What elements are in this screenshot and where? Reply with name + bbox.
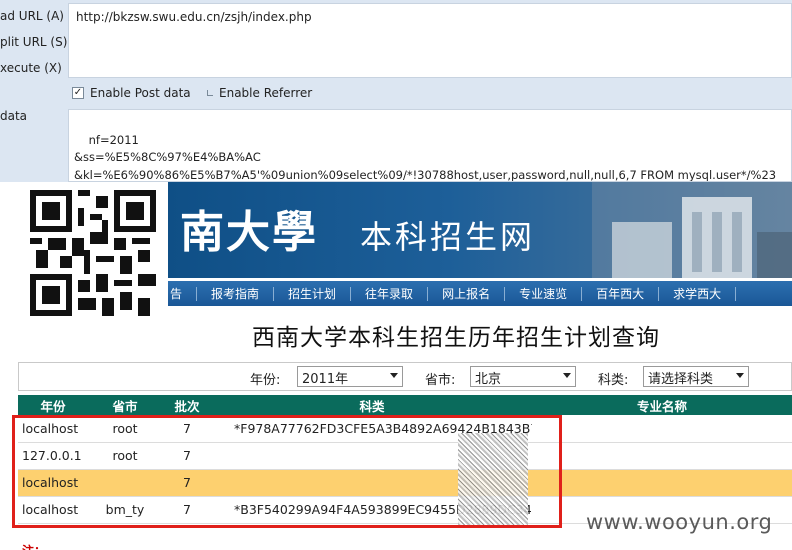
year-select-value: 2011年 [302, 372, 349, 387]
header-year: 年份 [18, 395, 88, 415]
table-header-row: 年份 省市 批次 科类 专业名称 [18, 395, 792, 415]
nav-item-online-registration[interactable]: 网上报名 [428, 286, 506, 301]
annotation-highlight-box [12, 415, 562, 528]
nav-item-history[interactable]: 百年西大 [582, 286, 660, 301]
hackbar-panel: ad URL (A) plit URL (S) xecute (X) data … [0, 0, 792, 182]
post-data-label: data [0, 109, 28, 123]
execute-button[interactable]: xecute (X) [0, 61, 62, 75]
category-select[interactable]: 请选择科类 [643, 366, 749, 387]
checkmark-icon: ✓ [72, 87, 84, 99]
nav-item-notice[interactable]: 告 [168, 286, 198, 301]
qr-code-icon [30, 190, 156, 316]
enable-referrer-checkbox[interactable]: Enable Referrer [207, 86, 312, 100]
nav-item-admission-history[interactable]: 往年录取 [351, 286, 429, 301]
dropdown-arrow-icon [390, 373, 398, 378]
year-label: 年份: [250, 373, 281, 388]
url-input-value: http://bkzsw.swu.edu.cn/zsjh/index.php [76, 10, 312, 24]
university-logo-text: 南大學 [180, 207, 318, 258]
nav-item-study[interactable]: 求学西大 [659, 286, 737, 301]
dropdown-arrow-icon [736, 373, 744, 378]
university-site: 南大學 本科招生网 告 报考指南 招生计划 往年录取 网上报名 专业速览 百年西… [0, 182, 792, 550]
nav-item-majors[interactable]: 专业速览 [505, 286, 583, 301]
footer-note: 注： [22, 542, 46, 550]
url-input[interactable]: http://bkzsw.swu.edu.cn/zsjh/index.php [68, 3, 792, 78]
category-label: 科类: [598, 373, 629, 388]
header-major: 专业名称 [532, 395, 792, 415]
campus-building-image [592, 182, 792, 278]
enable-referrer-label: Enable Referrer [219, 86, 313, 100]
enable-post-data-label: Enable Post data [90, 86, 191, 100]
page-title: 西南大学本科生招生历年招生计划查询 [252, 325, 660, 351]
dropdown-arrow-icon [563, 373, 571, 378]
header-batch: 批次 [162, 395, 212, 415]
province-select-value: 北京 [475, 372, 502, 387]
load-url-button[interactable]: ad URL (A) [0, 9, 64, 23]
filter-bar: 年份: 2011年 省市: 北京 科类: 请选择科类 [18, 362, 792, 391]
year-select[interactable]: 2011年 [297, 366, 403, 387]
cell-major [532, 442, 792, 470]
header-province: 省市 [88, 395, 162, 415]
province-select[interactable]: 北京 [470, 366, 576, 387]
cell-major [532, 415, 792, 443]
province-label: 省市: [425, 373, 456, 388]
post-data-input[interactable]: nf=2011 &ss=%E5%8C%97%E4%BA%AC &kl=%E6%9… [68, 109, 792, 182]
split-url-button[interactable]: plit URL (S) [0, 35, 67, 49]
enable-post-data-checkbox[interactable]: ✓ Enable Post data [72, 86, 191, 100]
category-select-value: 请选择科类 [648, 372, 714, 387]
header-category: 科类 [212, 395, 532, 415]
site-banner: 南大學 本科招生网 [168, 182, 792, 278]
unchecked-box-icon [207, 90, 213, 96]
main-nav: 告 报考指南 招生计划 往年录取 网上报名 专业速览 百年西大 求学西大 [168, 281, 792, 306]
watermark: www.wooyun.org [586, 510, 773, 534]
nav-item-guide[interactable]: 报考指南 [197, 286, 275, 301]
banner-title: 本科招生网 [360, 218, 536, 256]
nav-item-plan[interactable]: 招生计划 [274, 286, 352, 301]
cell-major [532, 469, 792, 497]
post-data-value: nf=2011 &ss=%E5%8C%97%E4%BA%AC &kl=%E6%9… [74, 132, 777, 182]
